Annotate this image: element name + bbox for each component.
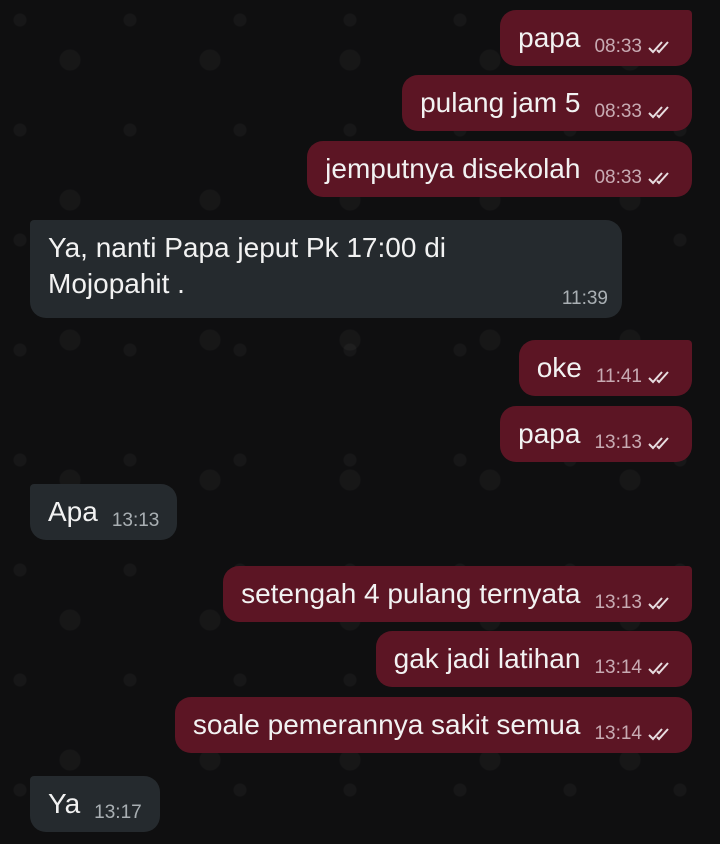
outgoing-message[interactable]: soale pemerannya sakit semua 13:14 [174, 697, 692, 753]
outgoing-message[interactable]: jemputnya disekolah 08:33 [307, 141, 692, 197]
outgoing-message[interactable]: gak jadi latihan 13:14 [375, 631, 692, 687]
double-check-icon [648, 105, 674, 119]
message-text: setengah 4 pulang ternyata [241, 578, 581, 609]
double-check-icon [648, 596, 674, 610]
outgoing-message[interactable]: setengah 4 pulang ternyata 13:13 [223, 566, 692, 622]
message-text: Ya [48, 788, 81, 819]
message-meta: 13:13 [112, 510, 160, 532]
incoming-message[interactable]: Apa 13:13 [30, 484, 178, 540]
message-meta: 11:41 [596, 366, 674, 388]
message-time: 13:13 [111, 510, 160, 531]
double-check-icon [648, 40, 674, 54]
message-time: 13:13 [594, 432, 642, 453]
message-text: gak jadi latihan [393, 643, 581, 674]
message-time: 13:17 [94, 802, 142, 823]
message-text: soale pemerannya sakit semua [192, 709, 581, 740]
incoming-message[interactable]: Ya, nanti Papa jeput Pk 17:00 di Mojopah… [30, 220, 622, 318]
message-text: papa [518, 22, 581, 53]
message-text: pulang jam 5 [420, 87, 581, 118]
incoming-message[interactable]: Ya 13:17 [30, 776, 160, 832]
double-check-icon [648, 436, 674, 450]
message-time: 11:41 [595, 366, 642, 387]
chat-message-list[interactable]: papa 08:33 pulang jam 5 08:33 jemputnya … [0, 0, 720, 844]
outgoing-message[interactable]: papa 08:33 [500, 10, 692, 66]
message-time: 13:13 [594, 592, 642, 613]
message-meta: 08:33 [594, 36, 674, 58]
message-text: papa [518, 418, 581, 449]
double-check-icon [648, 370, 674, 384]
outgoing-message[interactable]: pulang jam 5 08:33 [402, 75, 692, 131]
message-line: Ya, nanti Papa jeput Pk 17:00 di [48, 232, 446, 263]
message-time: 11:39 [561, 288, 608, 309]
message-meta: 11:39 [562, 288, 608, 310]
message-meta: 13:13 [594, 592, 674, 614]
double-check-icon [648, 171, 674, 185]
message-meta: 08:33 [594, 167, 674, 189]
message-time: 08:33 [594, 36, 642, 57]
message-meta: 13:17 [94, 802, 142, 824]
double-check-icon [648, 661, 674, 675]
message-meta: 13:14 [594, 723, 674, 745]
message-time: 13:14 [594, 657, 642, 678]
message-time: 08:33 [594, 101, 642, 122]
outgoing-message[interactable]: oke 11:41 [518, 340, 692, 396]
message-meta: 13:13 [594, 432, 674, 454]
message-meta: 13:14 [594, 657, 674, 679]
message-text: oke [536, 352, 582, 383]
message-text: Apa [48, 496, 98, 527]
message-meta: 08:33 [594, 101, 674, 123]
message-text: Ya, nanti Papa jeput Pk 17:00 di Mojopah… [48, 230, 446, 302]
message-line: Mojopahit . [48, 268, 185, 299]
double-check-icon [648, 727, 674, 741]
message-time: 08:33 [594, 167, 642, 188]
message-text: jemputnya disekolah [325, 153, 581, 184]
outgoing-message[interactable]: papa 13:13 [500, 406, 692, 462]
message-time: 13:14 [594, 723, 642, 744]
